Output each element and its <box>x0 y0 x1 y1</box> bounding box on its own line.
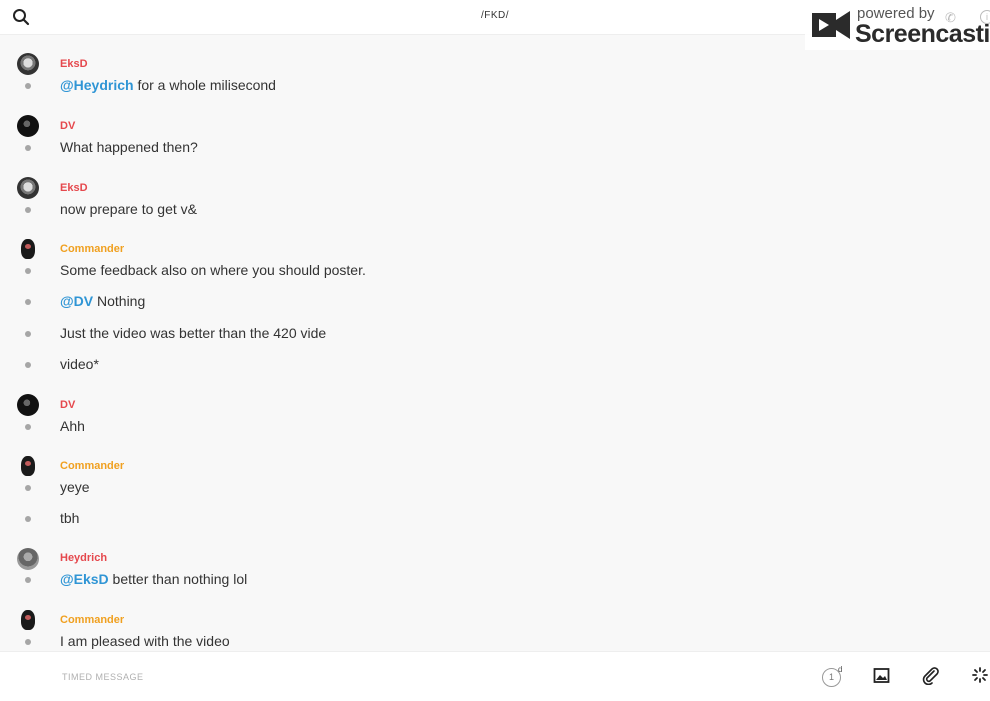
message-body: Ahh <box>60 418 85 434</box>
message-text: @DV Nothing <box>60 293 145 309</box>
mention-link[interactable]: @DV <box>60 293 93 309</box>
message-body: yeye <box>60 479 90 495</box>
screencastify-watermark: powered by Screencastify ✆ i <box>805 0 990 50</box>
message-author[interactable]: EksD <box>60 182 88 194</box>
image-icon[interactable] <box>873 667 890 684</box>
message-body: tbh <box>60 510 80 526</box>
message-body: for a whole milisecond <box>133 77 276 93</box>
message-text: now prepare to get v& <box>60 201 197 217</box>
phone-icon[interactable]: ✆ <box>945 10 956 26</box>
message-bullet <box>25 485 31 491</box>
avatar[interactable] <box>17 548 39 570</box>
message-bullet <box>25 577 31 583</box>
message-author[interactable]: DV <box>60 120 75 132</box>
message-author[interactable]: Commander <box>60 614 124 626</box>
avatar[interactable] <box>17 115 39 137</box>
timer-value: 1 <box>828 672 834 682</box>
message-bullet <box>25 639 31 645</box>
message-bullet <box>25 299 31 305</box>
message-author[interactable]: Commander <box>60 460 124 472</box>
avatar[interactable] <box>17 609 39 631</box>
message-body: better than nothing lol <box>108 571 248 587</box>
message-bullet <box>25 145 31 151</box>
message-text: @Heydrich for a whole milisecond <box>60 77 276 93</box>
message-bullet <box>25 207 31 213</box>
message-bullet <box>25 83 31 89</box>
message-author[interactable]: Heydrich <box>60 552 107 564</box>
avatar[interactable] <box>17 238 39 260</box>
message-author[interactable]: Commander <box>60 243 124 255</box>
avatar[interactable] <box>17 455 39 477</box>
message-body: Some feedback also on where you should p… <box>60 262 366 278</box>
avatar[interactable] <box>17 177 39 199</box>
message-bullet <box>25 424 31 430</box>
message-text: tbh <box>60 510 79 526</box>
info-icon[interactable]: i <box>980 10 990 24</box>
message-bullet <box>25 362 31 368</box>
message-body: video* <box>60 356 99 372</box>
message-bullet <box>25 516 31 522</box>
message-body: What happened then? <box>60 139 198 155</box>
mention-link[interactable]: @EksD <box>60 571 109 587</box>
message-text: @EksD better than nothing lol <box>60 571 247 587</box>
avatar[interactable] <box>17 53 39 75</box>
message-author[interactable]: EksD <box>60 58 88 70</box>
message-author[interactable]: DV <box>60 399 75 411</box>
message-text: Some feedback also on where you should p… <box>60 262 366 278</box>
mention-link[interactable]: @Heydrich <box>60 77 134 93</box>
message-body: I am pleased with the video <box>60 633 230 649</box>
message-text: What happened then? <box>60 139 198 155</box>
message-text: yeye <box>60 479 90 495</box>
message-text: video* <box>60 356 99 372</box>
message-input[interactable] <box>60 660 764 694</box>
message-bullet <box>25 331 31 337</box>
watermark-brand-text: Screencastify <box>855 20 990 48</box>
paperclip-icon[interactable] <box>922 667 940 685</box>
message-bullet <box>25 268 31 274</box>
timer-unit: d <box>838 665 843 674</box>
message-text: Ahh <box>60 418 85 434</box>
message-body: Just the video was better than the 420 v… <box>60 325 327 341</box>
message-body: Nothing <box>93 293 146 309</box>
message-text: Just the video was better than the 420 v… <box>60 325 326 341</box>
message-body: now prepare to get v& <box>60 201 197 217</box>
screencastify-logo-icon <box>812 11 850 39</box>
sparkle-icon[interactable] <box>972 667 988 683</box>
avatar[interactable] <box>17 394 39 416</box>
message-text: I am pleased with the video <box>60 633 230 649</box>
composer-bar: 1 d <box>0 651 990 701</box>
